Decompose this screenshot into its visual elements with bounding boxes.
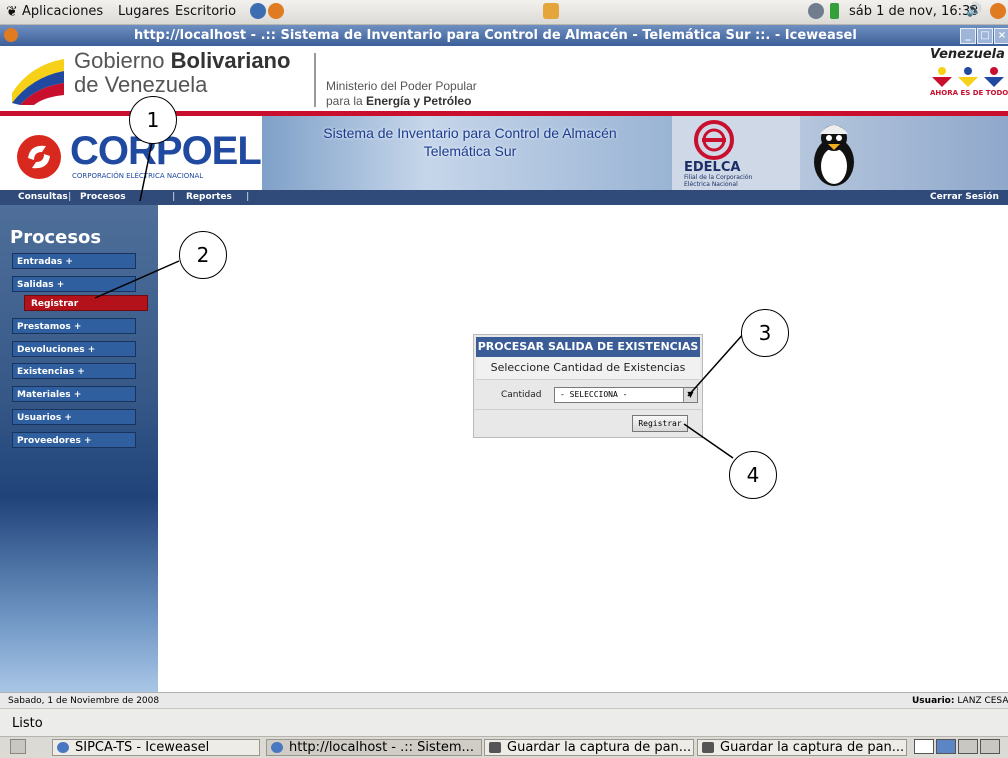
- task-localhost[interactable]: http://localhost - .:: Sistem...: [266, 739, 482, 756]
- status-user: Usuario: LANZ CESAR: [912, 696, 1008, 706]
- status-date: Sabado, 1 de Noviembre de 2008: [8, 696, 160, 706]
- taskbar: SIPCA-TS - Iceweasel http://localhost - …: [0, 736, 1008, 758]
- browser-status-bar: Listo: [0, 708, 1008, 737]
- iceweasel-task-icon: [57, 742, 69, 753]
- app-status-line: Sabado, 1 de Noviembre de 2008 Usuario: …: [0, 692, 1008, 709]
- task-sipca[interactable]: SIPCA-TS - Iceweasel: [52, 739, 260, 756]
- browser-status-text: Listo: [12, 716, 43, 731]
- task-screenshot-2[interactable]: Guardar la captura de pan...: [697, 739, 907, 756]
- camera-icon: [489, 742, 501, 753]
- camera-icon: [702, 742, 714, 753]
- workspace-3[interactable]: [958, 739, 978, 754]
- callout-1: 1: [129, 96, 177, 144]
- iceweasel-task-icon: [271, 742, 283, 753]
- task-label: SIPCA-TS - Iceweasel: [75, 740, 210, 755]
- task-screenshot-1[interactable]: Guardar la captura de pan...: [484, 739, 694, 756]
- show-desktop-icon[interactable]: [10, 739, 26, 754]
- task-label: Guardar la captura de pan...: [720, 740, 905, 755]
- user-label: Usuario:: [912, 696, 955, 706]
- user-value: LANZ CESAR: [957, 696, 1008, 706]
- workspace-2[interactable]: [936, 739, 956, 754]
- task-label: Guardar la captura de pan...: [507, 740, 692, 755]
- task-label: http://localhost - .:: Sistem...: [289, 740, 474, 755]
- callout-2: 2: [179, 231, 227, 279]
- workspace-1[interactable]: [914, 739, 934, 754]
- workspace-4[interactable]: [980, 739, 1000, 754]
- callout-4: 4: [729, 451, 777, 499]
- callout-3: 3: [741, 309, 789, 357]
